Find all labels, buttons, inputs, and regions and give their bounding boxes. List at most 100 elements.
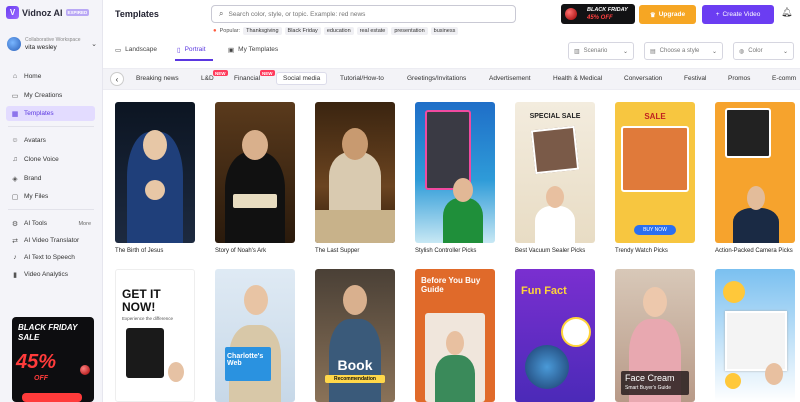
ornament-icon <box>565 8 577 20</box>
upgrade-button[interactable]: ♛ Upgrade <box>639 5 696 24</box>
template-title: The Birth of Jesus <box>115 248 164 254</box>
category-financial[interactable]: Financial <box>234 75 260 82</box>
popular-tag[interactable]: Thanksgiving <box>243 27 282 35</box>
black-friday-promo-banner[interactable]: BLACK FRIDAY SALE 45% OFF <box>12 317 94 402</box>
style-dropdown[interactable]: ▤ Choose a style ⌄ <box>644 42 723 60</box>
template-card-vacuum-sealer[interactable]: SPECIAL SALE <box>515 102 595 243</box>
sidebar-item-my-creations[interactable]: ▭ My Creations <box>6 88 95 103</box>
template-card-last-supper[interactable] <box>315 102 395 243</box>
sidebar-divider <box>8 209 94 210</box>
category-festival[interactable]: Festival <box>684 75 706 82</box>
sidebar-item-ai-text-to-speech[interactable]: ♪ AI Text to Speech <box>6 250 95 265</box>
template-card-birth-of-jesus[interactable] <box>115 102 195 243</box>
product-photo <box>530 125 580 175</box>
template-card-before-you-buy[interactable]: Before You Buy Guide <box>415 269 495 402</box>
figure-face <box>343 285 367 315</box>
template-overlay-text: Book <box>337 357 373 373</box>
sidebar-item-clone-voice[interactable]: ♫ Clone Voice <box>6 152 95 167</box>
category-social-media[interactable]: Social media <box>276 72 328 85</box>
avatar <box>7 37 21 51</box>
tab-label: Portrait <box>184 46 206 53</box>
template-card-trendy-watch[interactable]: SALE BUY NOW <box>615 102 695 243</box>
template-card-action-camera[interactable] <box>715 102 795 243</box>
palette-icon: ◍ <box>739 48 745 55</box>
sidebar-item-home[interactable]: ⌂ Home <box>6 69 95 84</box>
template-card-face-cream[interactable]: Face Cream Smart Buyer's Guide <box>615 269 695 402</box>
sidebar-item-ai-tools[interactable]: ⚙ AI Tools More <box>6 216 95 231</box>
dropdown-label: Choose a style <box>659 48 700 54</box>
color-dropdown[interactable]: ◍ Color ⌄ <box>733 42 794 60</box>
sidebar-item-label: Home <box>24 73 42 80</box>
sidebar-item-templates[interactable]: ▦ Templates <box>6 106 95 121</box>
plus-icon: + <box>715 11 720 18</box>
category-tutorial-how-to[interactable]: Tutorial/How-to <box>340 75 384 82</box>
figure-face <box>242 130 268 160</box>
template-card-stylish-controller[interactable] <box>415 102 495 243</box>
template-card-noahs-ark[interactable] <box>215 102 295 243</box>
template-subtext: Experience the difference <box>122 316 173 321</box>
dropdown-label: Scenario <box>583 48 608 54</box>
template-overlay-text: Charlotte's Web <box>227 353 264 367</box>
popular-tag[interactable]: education <box>323 27 354 35</box>
category-promos[interactable]: Promos <box>728 75 750 82</box>
search-input[interactable] <box>228 10 499 18</box>
product-photo <box>126 328 164 378</box>
vidnoz-logo-icon: V <box>6 6 19 19</box>
tab-landscape[interactable]: ▭ Landscape <box>115 43 157 56</box>
scenario-dropdown[interactable]: ▥ Scenario ⌄ <box>568 42 634 60</box>
templates-icon: ▣ <box>228 46 235 54</box>
tab-my-templates[interactable]: ▣ My Templates <box>228 43 278 56</box>
black-friday-badge[interactable]: BLACK FRIDAY 45% OFF <box>561 4 635 24</box>
create-video-label: Create Video <box>722 11 761 18</box>
brand-name: Vidnoz AI <box>22 7 63 18</box>
template-card-book-recommendation[interactable]: Book Recommendation <box>315 269 395 402</box>
template-card-fun-fact[interactable]: Fun Fact <box>515 269 595 402</box>
category-breaking-news[interactable]: Breaking news <box>136 75 179 82</box>
template-card-charlottes-web[interactable]: Charlotte's Web <box>215 269 295 402</box>
category-l-and-d[interactable]: L&D <box>201 75 214 82</box>
template-subtext: Recommendation <box>325 375 385 383</box>
search-icon: ⌕ <box>219 9 224 18</box>
table <box>315 210 395 243</box>
figure-apron <box>535 206 575 243</box>
active-tab-indicator <box>175 59 213 61</box>
category-health-medical[interactable]: Health & Medical <box>553 75 602 82</box>
polaroid-photo <box>725 311 787 371</box>
sidebar-item-avatars[interactable]: ☺ Avatars <box>6 133 95 148</box>
template-card-get-it-now[interactable]: GET IT NOW! Experience the difference <box>115 269 195 402</box>
popular-tag[interactable]: business <box>430 27 459 35</box>
popular-tag[interactable]: presentation <box>391 27 428 35</box>
bell-icon[interactable]: 🔔︎ <box>781 7 792 18</box>
tab-label: My Templates <box>238 46 279 53</box>
sidebar-item-ai-video-translator[interactable]: ⇄ AI Video Translator <box>6 233 95 248</box>
brand-logo[interactable]: V Vidnoz AI EXPIRED <box>6 6 90 19</box>
category-e-commerce[interactable]: E-comm <box>772 75 796 82</box>
chevron-down-icon: ⌄ <box>711 48 717 55</box>
buy-now-button: BUY NOW <box>634 225 676 235</box>
tab-portrait[interactable]: ▯ Portrait <box>177 43 206 56</box>
sidebar-item-my-files[interactable]: ▢ My Files <box>6 189 95 204</box>
search-bar[interactable]: ⌕ <box>211 5 516 23</box>
create-video-button[interactable]: + Create Video <box>702 5 774 24</box>
popular-tag[interactable]: Black Friday <box>284 27 321 35</box>
translate-icon: ⇄ <box>12 237 18 245</box>
template-overlay-text: SPECIAL SALE <box>529 113 581 120</box>
template-card-emoji-social[interactable] <box>715 269 795 402</box>
badge-discount: 45% OFF <box>587 15 613 21</box>
promo-button[interactable] <box>22 393 82 402</box>
speech-icon: ♪ <box>13 254 17 261</box>
home-icon: ⌂ <box>12 73 18 80</box>
workspace-switcher[interactable]: Collaborative Workspace vita wesley ⌄ <box>7 37 97 51</box>
category-conversation[interactable]: Conversation <box>624 75 662 82</box>
crown-icon: ♛ <box>649 11 656 19</box>
category-advertisement[interactable]: Advertisement <box>489 75 531 82</box>
category-greetings-invitations[interactable]: Greetings/Invitations <box>407 75 466 82</box>
more-link[interactable]: More <box>78 221 91 227</box>
figure-suit <box>733 208 779 243</box>
template-title: Action-Packed Camera Picks <box>715 248 793 254</box>
sidebar-item-label: My Files <box>24 193 49 200</box>
chevron-left-icon[interactable]: ‹ <box>110 72 124 86</box>
popular-tag[interactable]: real estate <box>356 27 389 35</box>
sidebar-item-brand[interactable]: ◈ Brand <box>6 171 95 186</box>
sidebar-item-video-analytics[interactable]: ▮ Video Analytics <box>6 267 95 282</box>
